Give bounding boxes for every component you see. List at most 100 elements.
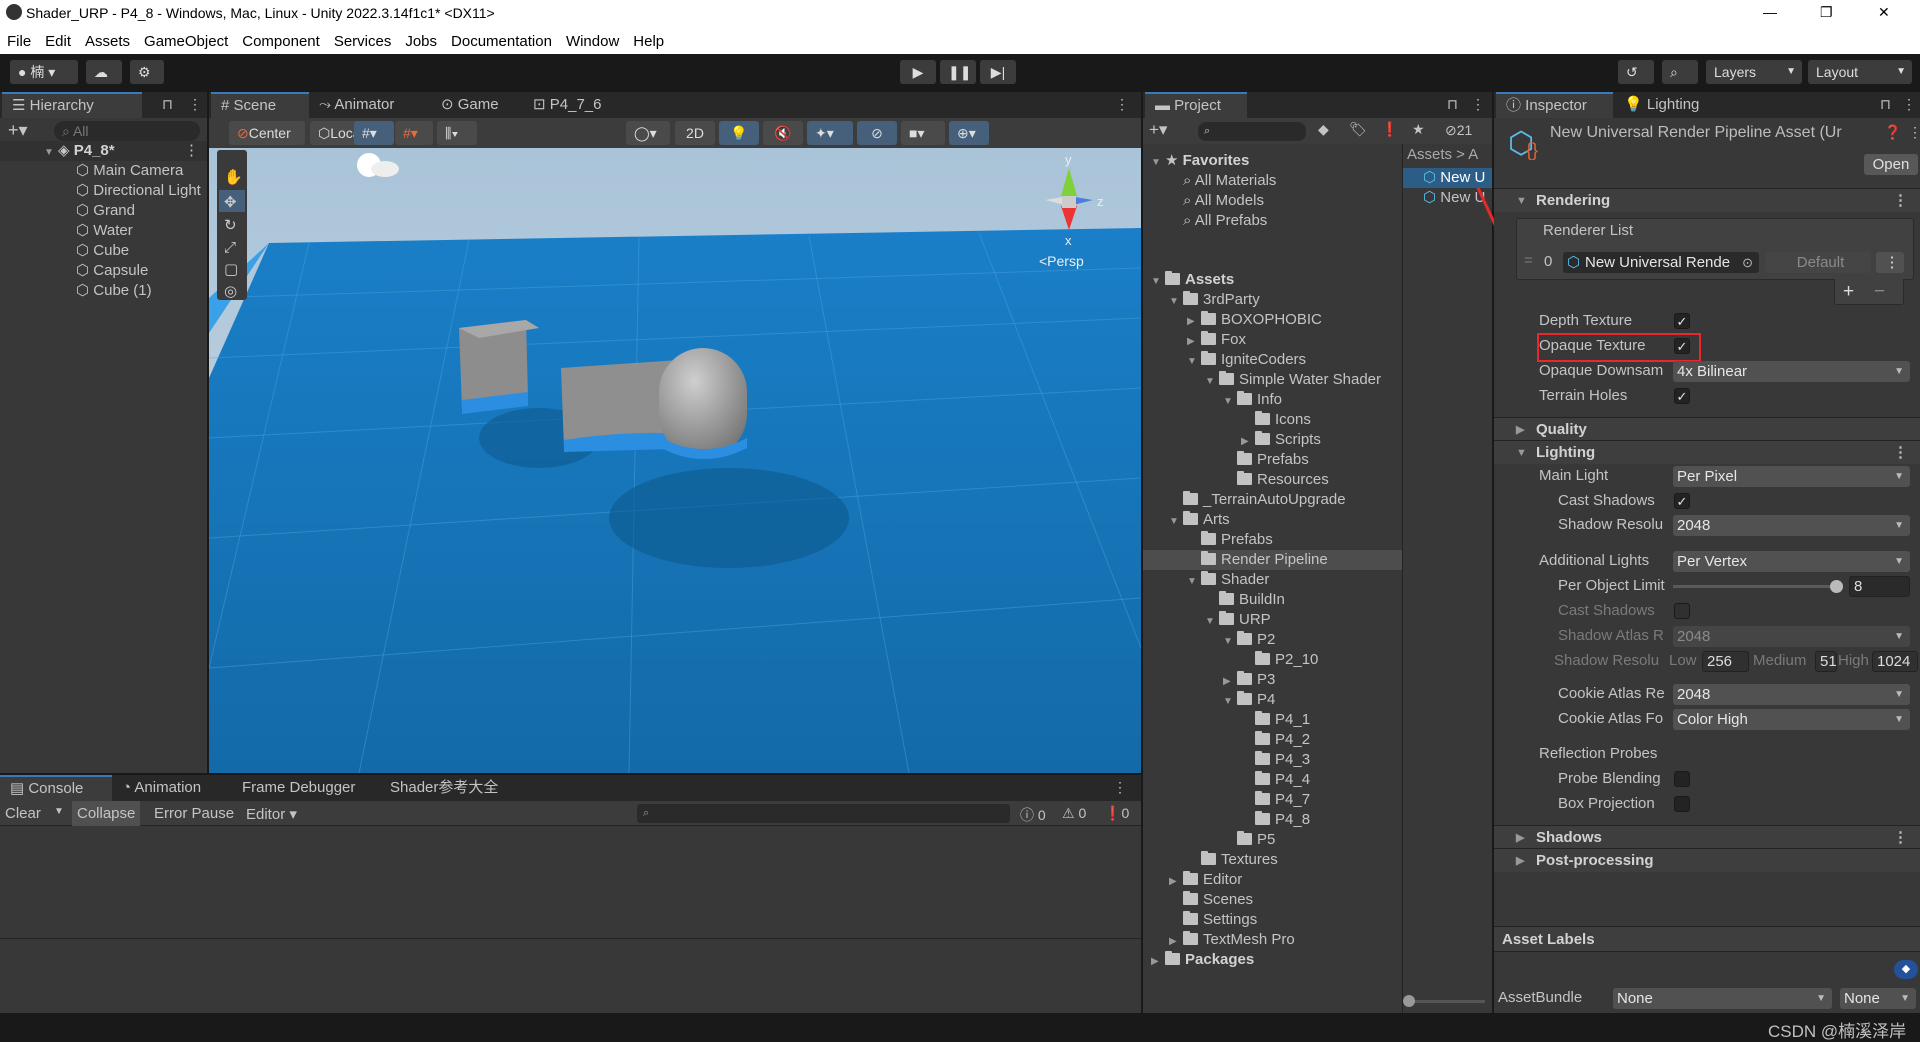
- menu-component[interactable]: Component: [235, 27, 327, 50]
- layers-dropdown[interactable]: Layers ▼: [1706, 60, 1802, 84]
- project-folder-item[interactable]: ▼ Arts: [1143, 510, 1402, 530]
- transform-tool-icon[interactable]: ◎: [224, 282, 237, 300]
- warning-count-toggle[interactable]: ⚠ 0: [1062, 805, 1086, 822]
- project-folder-item[interactable]: ▼ P2: [1143, 630, 1402, 650]
- project-folder-item[interactable]: ▼ Shader: [1143, 570, 1402, 590]
- pivot-dropdown[interactable]: ⊘Center ▾: [229, 121, 305, 165]
- project-folder-item[interactable]: ▼ Info: [1143, 390, 1402, 410]
- foldout-arrow-icon[interactable]: ▼: [1151, 272, 1165, 292]
- scene-visibility-icon[interactable]: ⊘: [857, 121, 897, 145]
- label-tag-icon[interactable]: ◆: [1894, 960, 1918, 979]
- project-folder-item[interactable]: ▶ Packages: [1143, 950, 1402, 970]
- shadow-resolution-dropdown[interactable]: 2048 ▼: [1673, 515, 1910, 536]
- cloud-icon[interactable]: ☁: [86, 60, 122, 84]
- editor-dropdown[interactable]: Editor ▾: [246, 805, 297, 823]
- hierarchy-search-input[interactable]: ⌕ All: [54, 121, 200, 141]
- add-renderer-button[interactable]: +: [1843, 281, 1854, 303]
- menu-assets[interactable]: Assets: [78, 27, 137, 50]
- favorite-search-item[interactable]: ⌕ All Materials: [1143, 171, 1402, 191]
- tab-animation[interactable]: ◔ Animation: [112, 775, 211, 801]
- tab-p4-7-6[interactable]: ⊡ P4_7_6: [523, 92, 611, 118]
- tab-lighting[interactable]: 💡 Lighting: [1614, 92, 1709, 118]
- clear-button[interactable]: Clear: [5, 805, 41, 822]
- hand-tool-icon[interactable]: ✋: [224, 168, 243, 186]
- asset-bundle-dropdown[interactable]: None ▼: [1613, 988, 1832, 1009]
- rendering-section-header[interactable]: ▼ Rendering ⋮: [1494, 188, 1920, 212]
- more-icon[interactable]: ⋮: [1115, 96, 1129, 113]
- foldout-arrow-icon[interactable]: ▶: [1169, 872, 1183, 892]
- tab-shader-reference[interactable]: Shader参考大全: [380, 775, 508, 801]
- hierarchy-item[interactable]: ⬡ Capsule: [0, 261, 207, 281]
- search-by-label-icon[interactable]: 🏷: [1349, 121, 1367, 138]
- gizmos-icon[interactable]: ⊕▾: [949, 121, 989, 145]
- menu-window[interactable]: Window: [559, 27, 626, 50]
- hierarchy-item[interactable]: ⬡ Main Camera: [0, 161, 207, 181]
- additional-lights-dropdown[interactable]: Per Vertex ▼: [1673, 551, 1910, 572]
- shading-mode-button[interactable]: ◯▾: [626, 121, 670, 145]
- tab-frame-debugger[interactable]: Frame Debugger: [232, 775, 365, 801]
- project-folder-item[interactable]: Icons: [1143, 410, 1402, 430]
- project-folder-item[interactable]: ▼ IgniteCoders: [1143, 350, 1402, 370]
- project-folder-item[interactable]: Prefabs: [1143, 450, 1402, 470]
- project-folder-item[interactable]: P2_10: [1143, 650, 1402, 670]
- step-button[interactable]: ▶|: [980, 60, 1016, 84]
- default-button[interactable]: Default: [1766, 252, 1871, 273]
- post-processing-section-header[interactable]: ▶ Post-processing: [1494, 848, 1920, 872]
- probe-blending-checkbox[interactable]: [1674, 771, 1690, 787]
- project-folder-item[interactable]: P4_4: [1143, 770, 1402, 790]
- foldout-arrow-icon[interactable]: ▶: [1241, 432, 1255, 452]
- menu-jobs[interactable]: Jobs: [398, 27, 444, 50]
- error-pause-toggle[interactable]: Error Pause: [154, 805, 234, 822]
- cast-shadows-checkbox[interactable]: ✓: [1674, 493, 1690, 509]
- project-folder-item[interactable]: P4_8: [1143, 810, 1402, 830]
- project-folder-item[interactable]: ▶ P3: [1143, 670, 1402, 690]
- lock-icon[interactable]: ⊓: [162, 96, 173, 113]
- project-folder-item[interactable]: P4_1: [1143, 710, 1402, 730]
- more-icon[interactable]: ⋮: [1902, 96, 1916, 113]
- more-icon[interactable]: ⋮: [1908, 124, 1920, 141]
- menu-help[interactable]: Help: [626, 27, 671, 50]
- foldout-arrow-icon[interactable]: ▼: [1205, 612, 1219, 632]
- lighting-section-header[interactable]: ▼ Lighting ⋮: [1494, 440, 1920, 464]
- project-folder-item[interactable]: ▼ URP: [1143, 610, 1402, 630]
- hierarchy-item[interactable]: ⬡ Water: [0, 221, 207, 241]
- camera-icon[interactable]: ■▾: [901, 121, 945, 145]
- play-button[interactable]: ▶: [900, 60, 936, 84]
- project-folder-item[interactable]: ▶ Scripts: [1143, 430, 1402, 450]
- menu-edit[interactable]: Edit: [38, 27, 78, 50]
- lock-icon[interactable]: ⊓: [1880, 96, 1891, 113]
- layout-dropdown[interactable]: Layout ▼: [1808, 60, 1912, 84]
- terrain-holes-checkbox[interactable]: ✓: [1674, 388, 1690, 404]
- object-picker-icon[interactable]: ⊙: [1742, 252, 1753, 273]
- persp-label[interactable]: <Persp: [1039, 253, 1084, 269]
- toggle-2d-button[interactable]: 2D: [675, 121, 715, 145]
- tab-scene[interactable]: # Scene: [211, 92, 309, 118]
- foldout-arrow-icon[interactable]: ▼: [1205, 372, 1219, 392]
- foldout-arrow-icon[interactable]: ▼: [1187, 352, 1201, 372]
- cookie-atlas-resolution-dropdown[interactable]: 2048 ▼: [1673, 684, 1910, 705]
- move-tool-icon[interactable]: ✥: [224, 193, 237, 211]
- tab-game[interactable]: ⊙ Game: [431, 92, 509, 118]
- more-icon[interactable]: ⋮: [1471, 96, 1485, 113]
- minimize-button[interactable]: —: [1763, 4, 1777, 20]
- more-icon[interactable]: ⋮: [1113, 779, 1127, 796]
- search-icon[interactable]: ⌕: [1662, 60, 1698, 84]
- project-folder-item[interactable]: Textures: [1143, 850, 1402, 870]
- renderer-object-field[interactable]: ⬡ New Universal Rende ⊙: [1563, 252, 1759, 273]
- maximize-button[interactable]: ❐: [1820, 4, 1833, 21]
- rect-tool-icon[interactable]: ▢: [224, 260, 238, 278]
- project-folder-item[interactable]: ▶ Fox: [1143, 330, 1402, 350]
- project-folder-item[interactable]: BuildIn: [1143, 590, 1402, 610]
- foldout-arrow-icon[interactable]: ▶: [1187, 332, 1201, 352]
- project-folder-item[interactable]: ▶ Editor: [1143, 870, 1402, 890]
- foldout-arrow-icon[interactable]: ▶: [1187, 312, 1201, 332]
- foldout-arrow-icon[interactable]: ▼: [1169, 512, 1183, 532]
- project-folder-item[interactable]: ▼ ★ Favorites: [1143, 151, 1402, 171]
- foldout-arrow-icon[interactable]: ▼: [1187, 572, 1201, 592]
- log-count-toggle[interactable]: ⓘ 0: [1020, 805, 1046, 825]
- effects-toggle-icon[interactable]: ✦▾: [807, 121, 853, 145]
- opaque-downsampling-dropdown[interactable]: 4x Bilinear ▼: [1673, 361, 1910, 382]
- cookie-atlas-format-dropdown[interactable]: Color High ▼: [1673, 709, 1910, 730]
- project-folder-item[interactable]: P4_3: [1143, 750, 1402, 770]
- hierarchy-item[interactable]: ⬡ Cube: [0, 241, 207, 261]
